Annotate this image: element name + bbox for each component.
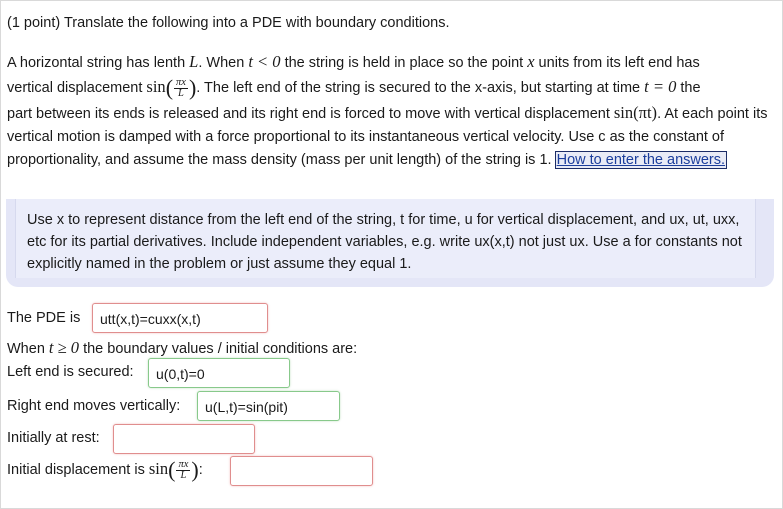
problem-frame: (1 point) Translate the following into a…	[0, 0, 783, 509]
pde-answer-field[interactable]: utt(x,t)=cuxx(x,t)	[92, 303, 268, 333]
problem-text-part: part between its ends is released and it…	[7, 105, 614, 122]
math-sin: sin	[148, 459, 169, 478]
right-end-row: Right end moves vertically:	[7, 398, 180, 414]
fraction-denominator: L	[178, 87, 184, 99]
math-fraction-pix-over-L: πx L	[174, 77, 188, 99]
conditions-intro: When t ≥ 0 the boundary values / initial…	[7, 338, 357, 358]
problem-text-part: units from its left end has	[534, 55, 700, 71]
instructions-text: Use x to represent distance from the lef…	[27, 212, 742, 272]
init-disp-row: Initial displacement is sin(πx L):	[7, 457, 203, 483]
colon: :	[198, 462, 203, 478]
fraction-denominator: L	[180, 469, 187, 481]
problem-text-part: . The left end of the string is secured …	[196, 80, 645, 97]
init-disp-answer-field[interactable]	[230, 456, 373, 486]
math-t-less-0: t < 0	[248, 52, 281, 71]
problem-text-part: A horizontal string has lenth	[7, 55, 190, 71]
left-end-label: Left end is secured:	[7, 364, 134, 380]
at-rest-answer-field[interactable]	[113, 424, 255, 454]
problem-text-part: the string is held in place so the point	[280, 55, 528, 71]
math-fraction-pix-over-L: πx L	[176, 459, 191, 481]
left-end-answer-field[interactable]: u(0,t)=0	[148, 358, 290, 388]
intro-text-part: the boundary values / initial conditions…	[79, 341, 358, 357]
problem-text-part: . When	[198, 55, 249, 71]
math-t-geq-0: t ≥ 0	[48, 338, 80, 357]
how-to-enter-answers-link[interactable]: How to enter the answers.	[554, 151, 728, 170]
math-L: L	[189, 52, 199, 71]
problem-header: (1 point) Translate the following into a…	[7, 15, 450, 31]
math-t-equals-0: t = 0	[644, 77, 677, 97]
problem-text-part: the	[676, 80, 701, 97]
math-sin-pi-t: sin(πt)	[613, 102, 658, 122]
math-x: x	[527, 52, 535, 71]
pde-row: The PDE is	[7, 310, 80, 326]
at-rest-row: Initially at rest:	[7, 430, 100, 446]
intro-text-part: When	[7, 341, 49, 357]
problem-text-part: vertical displacement	[7, 80, 147, 97]
problem-text: A horizontal string has lenth L. When t …	[7, 52, 768, 170]
init-disp-label: Initial displacement is	[7, 462, 149, 478]
right-end-label: Right end moves vertically:	[7, 398, 181, 414]
left-end-row: Left end is secured:	[7, 364, 134, 380]
math-sin: sin	[146, 77, 166, 97]
at-rest-label: Initially at rest:	[7, 430, 100, 446]
pde-label: The PDE is	[7, 310, 81, 326]
right-end-answer-field[interactable]: u(L,t)=sin(pit)	[197, 391, 340, 421]
instructions-box: Use x to represent distance from the lef…	[6, 199, 774, 287]
